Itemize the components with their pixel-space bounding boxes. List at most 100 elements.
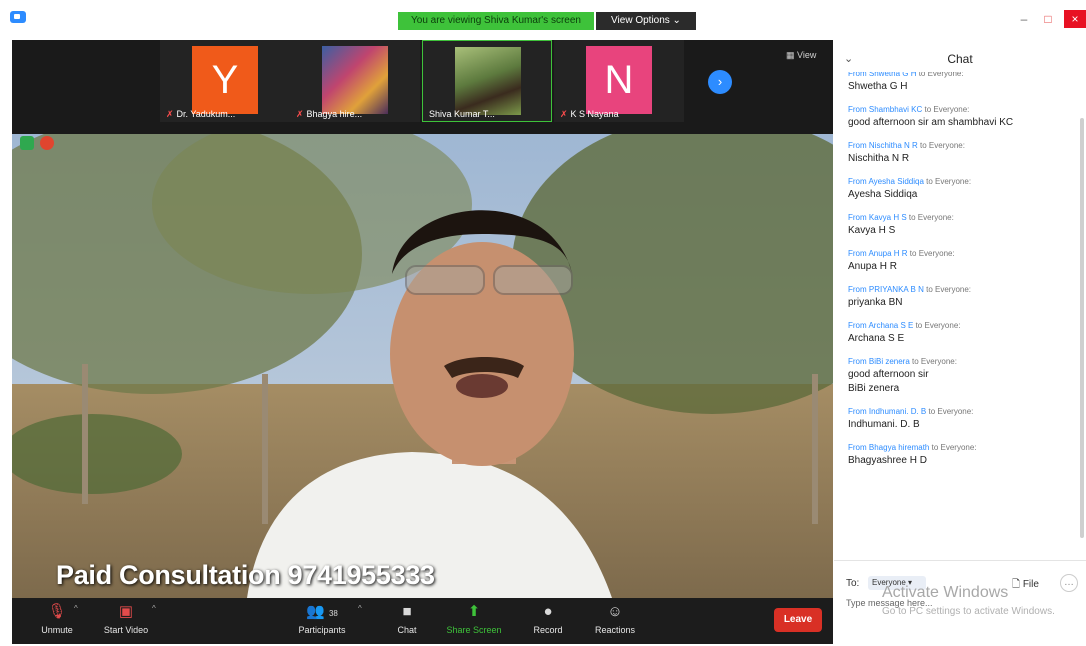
chat-message-body: Bhagyashree H D (848, 455, 927, 466)
minimize-button[interactable]: – (1014, 10, 1034, 28)
muted-mic-icon: ✗ (166, 109, 174, 119)
audio-options-caret-icon[interactable]: ^ (74, 604, 78, 613)
zoom-app-icon (10, 11, 26, 23)
chat-recipient-text: to Everyone: (929, 443, 977, 452)
chat-message-body: Nischitha N R (848, 153, 910, 164)
activate-windows-watermark-title: Activate Windows (882, 584, 1009, 601)
recording-indicator-icon (40, 136, 54, 150)
chat-message: From Indhumani. D. B to Everyone: Indhuma… (848, 406, 1078, 432)
chat-message-sender: From Shwetha G H to Everyone: (848, 72, 1078, 80)
participant-thumbnail-active[interactable]: Shiva Kumar T... (422, 40, 552, 122)
participant-avatar: Y (192, 46, 258, 114)
participants-label: Participants (298, 625, 346, 635)
chat-sender-name[interactable]: From Shwetha G H (848, 72, 916, 78)
shield-icon[interactable] (20, 136, 34, 150)
chat-button[interactable]: ■ Chat (390, 602, 424, 635)
chat-message: From Anupa H R to Everyone: Anupa H R (848, 248, 1078, 274)
view-label: View (797, 50, 817, 60)
chat-scrollbar[interactable] (1080, 118, 1084, 538)
participant-avatar: N (586, 46, 652, 114)
to-label: To: (846, 578, 860, 589)
reactions-icon: ☺ (607, 603, 623, 620)
chat-message-body: good afternoon sir BiBi zenera (848, 369, 929, 394)
participant-thumbnail[interactable]: Y ✗ Dr. Yadukum... (160, 40, 290, 122)
unmute-label: Unmute (41, 625, 73, 635)
chat-message-body: priyanka BN (848, 297, 903, 308)
chat-sender-name[interactable]: From BiBi zenera (848, 357, 910, 366)
participant-name-row: ✗ K S Nayana (560, 109, 619, 120)
participants-count: 38 (328, 609, 338, 618)
participant-thumbnail[interactable]: ✗ Bhagya hire... (290, 40, 420, 122)
participant-strip: Y ✗ Dr. Yadukum... ✗ Bhagya hire... Shiva … (12, 40, 833, 134)
muted-mic-icon: ✗ (296, 109, 304, 119)
chat-message-sender: From Archana S E to Everyone: (848, 320, 1078, 332)
participants-button[interactable]: 👥 38 Participants (294, 602, 350, 635)
chat-message-sender: From Indhumani. D. B to Everyone: (848, 406, 1078, 418)
start-video-button[interactable]: ▣ Start Video (100, 602, 152, 635)
next-page-icon[interactable]: › (708, 70, 732, 94)
participant-name: Shiva Kumar T... (429, 109, 495, 119)
chat-message-sender: From Kavya H S to Everyone: (848, 212, 1078, 224)
participant-photo (455, 47, 521, 115)
chat-message: From BiBi zenera to Everyone: good aftern… (848, 356, 1078, 396)
record-button[interactable]: ● Record (528, 602, 568, 635)
chat-recipient-text: to Everyone: (907, 249, 955, 258)
chat-sender-name[interactable]: From Shambhavi KC (848, 105, 922, 114)
participant-name: K S Nayana (570, 109, 619, 119)
chevron-down-icon[interactable]: ⌄ (844, 52, 853, 65)
share-screen-button[interactable]: ⬆ Share Screen (446, 602, 502, 635)
chat-sender-name[interactable]: From Indhumani. D. B (848, 407, 926, 416)
chat-sender-name[interactable]: From PRIYANKA B N (848, 285, 924, 294)
chat-sender-name[interactable]: From Bhagya hiremath (848, 443, 929, 452)
chat-message-sender: From Nischitha N R to Everyone: (848, 140, 1078, 152)
chat-message-body: Indhumani. D. B (848, 419, 920, 430)
share-screen-label: Share Screen (446, 625, 502, 635)
participant-name: Dr. Yadukum... (176, 109, 236, 119)
chat-recipient-text: to Everyone: (913, 321, 961, 330)
close-button[interactable]: × (1064, 10, 1086, 28)
chat-message: From Bhagya hiremath to Everyone: Bhagyas… (848, 442, 1078, 468)
chat-sender-name[interactable]: From Nischitha N R (848, 141, 918, 150)
chat-message-body: Shwetha G H (848, 81, 908, 92)
chat-message-body: Archana S E (848, 333, 905, 344)
maximize-button[interactable]: □ (1038, 10, 1058, 28)
chat-message-sender: From Ayesha Siddiqa to Everyone: (848, 176, 1078, 188)
chat-message: From Kavya H S to Everyone: Kavya H S (848, 212, 1078, 238)
chat-recipient-text: to Everyone: (909, 357, 957, 366)
chat-message-sender: From Anupa H R to Everyone: (848, 248, 1078, 260)
chat-message-list: From Shwetha G H to Everyone: Shwetha G H… (848, 72, 1078, 558)
chat-sender-name[interactable]: From Kavya H S (848, 213, 907, 222)
participant-photo (322, 46, 388, 114)
muted-mic-icon: ✗ (560, 109, 568, 119)
participant-name: Bhagya hire... (306, 109, 363, 119)
file-button[interactable]: 🗋 File (1012, 577, 1039, 594)
chat-recipient-text: to Everyone: (922, 105, 970, 114)
chat-recipient-text: to Everyone: (917, 141, 965, 150)
record-icon: ● (543, 603, 553, 620)
share-screen-icon: ⬆ (467, 603, 481, 620)
more-options-icon[interactable]: … (1060, 574, 1078, 592)
chat-message-body: Ayesha Siddiqa (848, 189, 918, 200)
chat-recipient-text: to Everyone: (923, 285, 972, 294)
chat-message: From Shambhavi KC to Everyone: good after… (848, 104, 1078, 130)
chat-message: From PRIYANKA B N to Everyone: priyanka B… (848, 284, 1078, 310)
reactions-button[interactable]: ☺ Reactions (590, 602, 640, 635)
chat-recipient-text: to Everyone: (906, 213, 954, 222)
participant-name-row: ✗ Dr. Yadukum... (166, 109, 235, 120)
chat-sender-name[interactable]: From Ayesha Siddiqa (848, 177, 924, 186)
chat-sender-name[interactable]: From Anupa H R (848, 249, 908, 258)
video-options-caret-icon[interactable]: ^ (152, 604, 156, 613)
chat-sender-name[interactable]: From Archana S E (848, 321, 913, 330)
video-off-icon: ▣ (118, 603, 134, 620)
activate-windows-watermark-subtitle: Go to PC settings to activate Windows. (882, 606, 1055, 617)
view-button[interactable]: ▦ View (786, 50, 816, 61)
participants-caret-icon[interactable]: ^ (358, 604, 362, 613)
participant-thumbnail[interactable]: N ✗ K S Nayana (554, 40, 684, 122)
chat-bubble-icon: ■ (402, 603, 412, 620)
chat-message-sender: From PRIYANKA B N to Everyone: (848, 284, 1078, 296)
chat-message: From Archana S E to Everyone: Archana S E (848, 320, 1078, 346)
chat-message-sender: From BiBi zenera to Everyone: (848, 356, 1078, 368)
view-options-button[interactable]: View Options ⌄ (596, 12, 696, 30)
video-scene (12, 134, 833, 598)
leave-button[interactable]: Leave (774, 608, 822, 632)
